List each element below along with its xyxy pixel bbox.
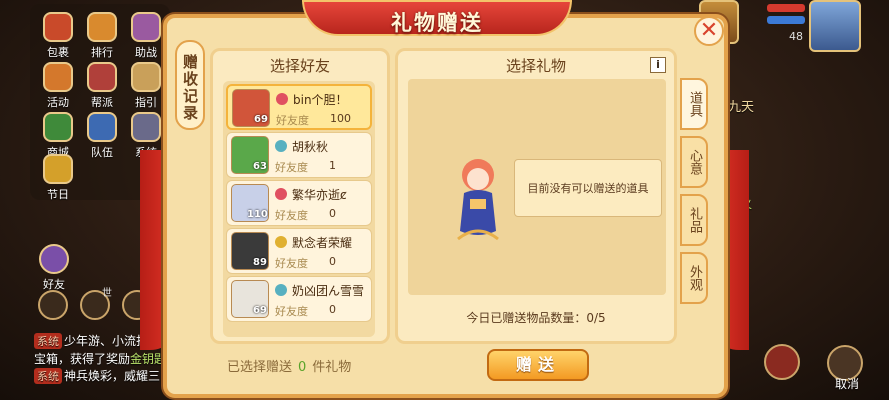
friendship-label: 好友度 [275,161,308,174]
mp-bar [767,16,805,24]
bag-icon [43,12,73,42]
friend-level: 89 [253,257,267,268]
friendship-label: 好友度 [275,257,308,270]
friendship-value: 0 [329,255,336,268]
npc-name: 九天 [728,100,755,115]
friends-button[interactable]: 好友 [36,244,72,292]
friend-name: bin个胆！ [293,93,348,107]
player-avatar[interactable] [809,0,861,52]
menu-item-festival[interactable]: 节日 [38,154,78,202]
dialog-title-banner: 礼物赠送 [302,0,572,36]
friend-item[interactable]: 69 bin个胆！ 好友度 100 [226,84,372,130]
player-level: 48 [789,30,803,43]
friend-name: 繁华亦逝ȼ [292,188,347,202]
friend-level: 63 [253,161,267,172]
chat-button[interactable] [38,290,68,320]
world-channel-label: 世 [102,288,112,299]
friend-name: 奶凶团ん雪雪 [292,284,365,298]
tab-gifts[interactable]: 礼品 [680,194,708,246]
history-tab[interactable]: 赠收记录 [175,40,205,130]
friends-list[interactable]: 69 bin个胆！ 好友度 100 63 胡秋秋 好友度 1 110 繁华亦逝ȼ… [223,81,375,337]
friends-icon [39,244,69,274]
friendship-label: 好友度 [275,305,308,318]
friendship-label: 好友度 [276,114,309,127]
daily-limit-text: 今日已赠送物品数量：0/5 [466,311,606,325]
chat-line-3: 系统 神兵焕彩，威耀三 [34,367,160,384]
gifts-title: 选择礼物 [505,57,566,75]
school-badge-icon [276,93,288,105]
gifts-panel: 选择礼物 i 目前没有可以赠送的道具 今日已赠送物品数量：0/5 [395,48,677,344]
menu-item-shop[interactable]: 商城 [38,112,78,160]
hp-bar [767,4,805,12]
friend-level: 69 [254,114,268,125]
friend-item[interactable]: 89 默念者荣耀 好友度 0 [226,228,372,274]
assist-icon [131,12,161,42]
friend-item[interactable]: 63 胡秋秋 好友度 1 [226,132,372,178]
friend-level: 110 [247,209,268,220]
chat-line-2: 宝箱，获得了奖励金钥匙 [34,352,167,366]
send-gift-button[interactable]: 赠送 [487,349,589,381]
school-badge-icon [275,236,287,248]
friends-title: 选择好友 [269,57,330,75]
guild-icon [87,62,117,92]
tab-items[interactable]: 道具 [680,78,708,130]
menu-item-ranking[interactable]: 排行 [82,12,122,60]
menu-item-assist[interactable]: 助战 [126,12,166,60]
gear-icon [131,112,161,142]
friend-name: 默念者荣耀 [292,236,353,250]
menu-item-bag[interactable]: 包裹 [38,12,78,60]
selected-count: 0 [298,360,307,375]
friend-item[interactable]: 69 奶凶团ん雪雪 好友度 0 [226,276,372,322]
friend-item[interactable]: 110 繁华亦逝ȼ 好友度 0 [226,180,372,226]
friendship-value: 100 [330,112,351,125]
friendship-value: 0 [329,303,336,316]
empty-message-bubble: 目前没有可以赠送的道具 [514,159,662,217]
close-button[interactable]: ✕ [694,16,724,46]
shop-icon [43,112,73,142]
friend-level: 69 [253,305,267,316]
cancel-label: 取消 [834,377,859,391]
friendship-label: 好友度 [275,209,308,222]
flag-icon [87,112,117,142]
book-icon [131,62,161,92]
menu-item-team[interactable]: 队伍 [82,112,122,160]
info-icon[interactable]: i [650,57,666,73]
ranking-icon [87,12,117,42]
gift-item-area: 目前没有可以赠送的道具 [408,79,666,295]
friendship-value: 1 [329,159,336,172]
horn-icon [43,62,73,92]
lantern-icon [43,154,73,184]
skill-button[interactable] [764,344,800,380]
tab-appearance[interactable]: 外观 [680,252,708,304]
selected-count-text: 已选择赠送 0 件礼物 [227,360,352,375]
menu-item-guide[interactable]: 指引 [126,62,166,110]
school-badge-icon [275,188,287,200]
dialog-title: 礼物赠送 [391,11,483,35]
school-badge-icon [275,140,287,152]
friend-name: 胡秋秋 [292,140,329,154]
school-badge-icon [275,284,287,296]
friends-panel: 选择好友 69 bin个胆！ 好友度 100 63 胡秋秋 好友度 1 110 … [210,48,390,344]
menu-item-guild[interactable]: 帮派 [82,62,122,110]
menu-item-events[interactable]: 活动 [38,62,78,110]
mascot-girl-image [457,159,499,241]
tab-heart[interactable]: 心意 [680,136,708,188]
friendship-value: 0 [329,207,336,220]
